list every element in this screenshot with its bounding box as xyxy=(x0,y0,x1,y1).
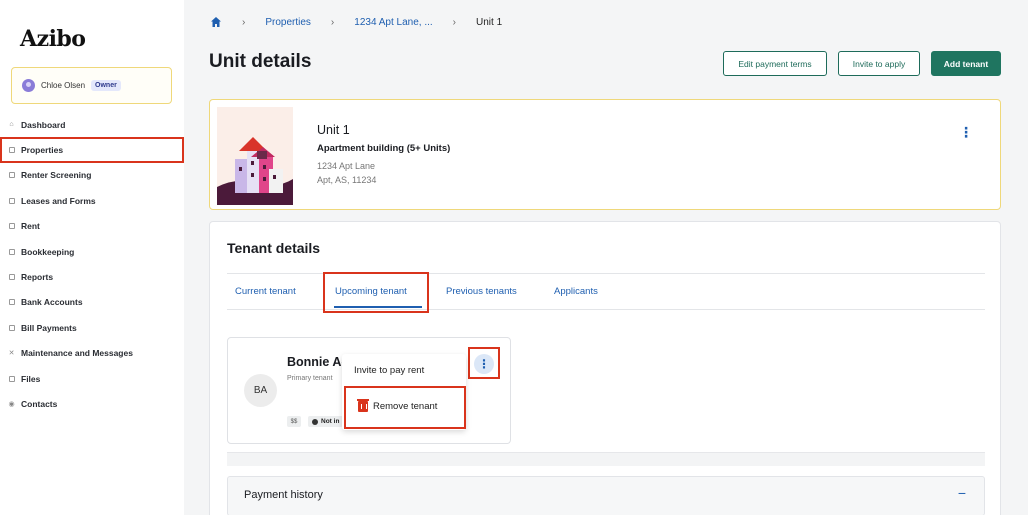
role-badge: Owner xyxy=(91,80,121,91)
sidebar-item-label: Bookkeeping xyxy=(21,246,75,257)
invite-to-apply-button[interactable]: Invite to apply xyxy=(838,51,920,76)
breadcrumb: › Properties › 1234 Apt Lane, ... › Unit… xyxy=(210,16,502,28)
unit-address-line1: 1234 Apt Lane xyxy=(317,161,376,171)
user-avatar-icon xyxy=(22,79,35,92)
sidebar-item-bookkeeping[interactable]: Bookkeeping xyxy=(0,239,184,264)
sidebar-item-leases-and-forms[interactable]: Leases and Forms xyxy=(0,188,184,213)
status-dot-icon xyxy=(312,418,318,425)
sidebar-item-bank-accounts[interactable]: Bank Accounts xyxy=(0,290,184,315)
sidebar-item-rent[interactable]: Rent xyxy=(0,214,184,239)
sidebar-item-dashboard[interactable]: ⌂ Dashboard xyxy=(0,112,184,137)
chevron-right-icon: › xyxy=(452,16,457,28)
chevron-right-icon: › xyxy=(242,16,246,28)
sidebar-item-label: Contacts xyxy=(21,398,58,409)
avatar: BA xyxy=(244,374,277,407)
user-name: Chloe Olsen xyxy=(41,81,86,90)
sidebar-item-label: Maintenance and Messages xyxy=(21,348,133,359)
azibo-logo[interactable]: Azibo xyxy=(20,26,86,52)
unit-address-line2: Apt, AS, 11234 xyxy=(317,175,377,185)
tenant-details-panel: Tenant details Current tenant Upcoming t… xyxy=(209,221,1001,515)
menu-item-invite-to-pay-rent[interactable]: Invite to pay rent xyxy=(354,365,424,376)
highlight-box xyxy=(344,386,466,429)
bank-icon xyxy=(8,299,15,306)
main-content: › Properties › 1234 Apt Lane, ... › Unit… xyxy=(184,0,1028,515)
sidebar-item-properties[interactable]: Properties xyxy=(0,137,184,163)
unit-more-options-icon[interactable]: ⋮ xyxy=(959,125,973,139)
sidebar-nav: ⌂ Dashboard Properties Renter Screening … xyxy=(0,112,184,417)
unit-title: Unit 1 xyxy=(317,123,350,137)
user-switcher[interactable]: Chloe Olsen Owner xyxy=(11,67,172,104)
unit-summary-card: Unit 1 Apartment building (5+ Units) 123… xyxy=(209,99,1001,210)
invite-status-chip: Not in xyxy=(308,416,344,427)
sidebar-item-contacts[interactable]: ◉ Contacts xyxy=(0,391,184,416)
breadcrumb-unit: Unit 1 xyxy=(476,16,503,28)
tenant-role: Primary tenant xyxy=(287,375,333,382)
screening-icon xyxy=(8,172,15,179)
tenant-options-menu: Invite to pay rent Remove tenant xyxy=(342,354,466,430)
sidebar-item-label: Files xyxy=(21,373,41,384)
sidebar-item-label: Reports xyxy=(21,272,54,283)
chevron-right-icon: › xyxy=(330,16,335,28)
add-tenant-button[interactable]: Add tenant xyxy=(931,51,1001,76)
breadcrumb-address[interactable]: 1234 Apt Lane, ... xyxy=(354,17,432,28)
tenant-name: Bonnie Ac xyxy=(287,355,349,369)
edit-payment-terms-button[interactable]: Edit payment terms xyxy=(723,51,827,76)
sidebar-item-label: Bill Payments xyxy=(21,322,77,333)
sidebar-item-label: Dashboard xyxy=(21,119,66,130)
sidebar-item-label: Renter Screening xyxy=(21,170,92,181)
sidebar-item-label: Properties xyxy=(21,145,64,156)
folder-icon xyxy=(8,375,15,382)
home-icon[interactable] xyxy=(210,16,222,28)
sidebar: Azibo Chloe Olsen Owner ⌂ Dashboard Prop… xyxy=(0,0,184,515)
sidebar-item-label: Leases and Forms xyxy=(21,195,96,206)
home-icon: ⌂ xyxy=(9,121,14,129)
payment-history-accordion[interactable]: Payment history − xyxy=(227,476,985,515)
unit-type: Apartment building (5+ Units) xyxy=(317,143,451,154)
contacts-icon: ◉ xyxy=(8,400,15,408)
sidebar-item-maintenance-and-messages[interactable]: ✕ Maintenance and Messages xyxy=(0,341,184,366)
rent-icon xyxy=(8,223,15,230)
sidebar-item-bill-payments[interactable]: Bill Payments xyxy=(0,315,184,340)
page-title: Unit details xyxy=(209,51,312,72)
tab-applicants[interactable]: Applicants xyxy=(554,286,598,297)
report-icon xyxy=(8,274,15,281)
sidebar-item-reports[interactable]: Reports xyxy=(0,264,184,289)
divider xyxy=(227,452,985,466)
tenant-details-heading: Tenant details xyxy=(227,240,321,256)
sidebar-item-label: Bank Accounts xyxy=(21,297,83,308)
bill-icon xyxy=(8,324,15,331)
tools-icon: ✕ xyxy=(8,350,15,358)
invite-status-label: Not in xyxy=(321,418,340,425)
tab-previous-tenants[interactable]: Previous tenants xyxy=(446,286,517,297)
payment-status-chip: $$ xyxy=(287,416,301,427)
building-icon xyxy=(8,147,15,154)
breadcrumb-properties[interactable]: Properties xyxy=(265,17,311,28)
document-icon xyxy=(8,197,15,204)
book-icon xyxy=(8,248,15,255)
sidebar-item-renter-screening[interactable]: Renter Screening xyxy=(0,163,184,188)
payment-history-title: Payment history xyxy=(244,489,323,501)
highlight-box xyxy=(468,347,500,379)
highlight-box xyxy=(323,272,429,313)
collapse-icon[interactable]: − xyxy=(958,485,966,501)
building-illustration xyxy=(217,107,293,205)
tab-current-tenant[interactable]: Current tenant xyxy=(235,286,296,297)
sidebar-item-files[interactable]: Files xyxy=(0,366,184,391)
sidebar-item-label: Rent xyxy=(21,221,40,232)
